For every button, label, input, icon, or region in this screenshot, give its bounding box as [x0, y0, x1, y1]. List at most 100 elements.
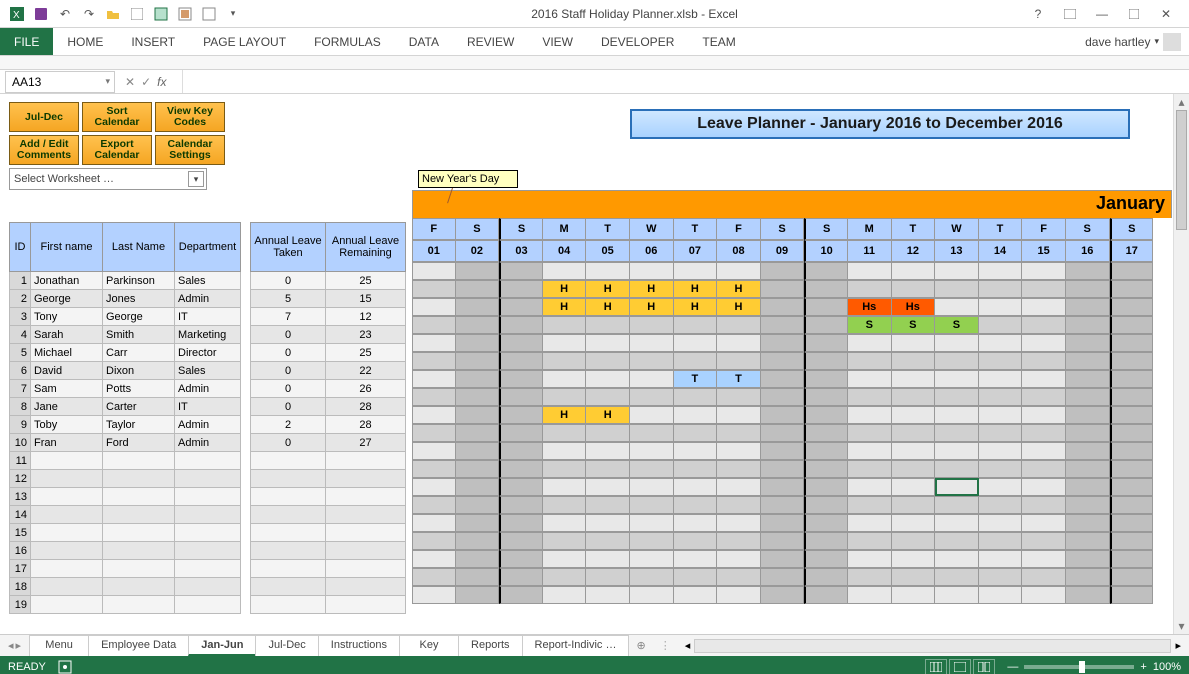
- calendar-cell[interactable]: [586, 316, 630, 334]
- calendar-cell[interactable]: [674, 388, 718, 406]
- calendar-cell[interactable]: [499, 496, 543, 514]
- calendar-cell[interactable]: [456, 478, 500, 496]
- calendar-cell[interactable]: [456, 406, 500, 424]
- table-cell[interactable]: [250, 578, 326, 596]
- calendar-cell[interactable]: [456, 334, 500, 352]
- calendar-cell[interactable]: T: [674, 370, 718, 388]
- calendar-cell[interactable]: [892, 478, 936, 496]
- calendar-cell[interactable]: [412, 262, 456, 280]
- calendar-cell[interactable]: [543, 334, 587, 352]
- calendar-cell[interactable]: [1022, 352, 1066, 370]
- calendar-cell[interactable]: [543, 442, 587, 460]
- calendar-cell[interactable]: [761, 586, 805, 604]
- calendar-cell[interactable]: [1066, 352, 1110, 370]
- table-cell[interactable]: Jonathan: [31, 272, 103, 290]
- calendar-cell[interactable]: [499, 514, 543, 532]
- calendar-cell[interactable]: [543, 460, 587, 478]
- table-cell[interactable]: 6: [9, 362, 31, 380]
- calendar-cell[interactable]: [543, 424, 587, 442]
- calendar-cell[interactable]: [412, 406, 456, 424]
- file-tab[interactable]: FILE: [0, 28, 53, 55]
- table-cell[interactable]: George: [31, 290, 103, 308]
- calendar-cell[interactable]: [456, 550, 500, 568]
- calendar-cell[interactable]: [717, 334, 761, 352]
- ribbon-options-icon[interactable]: [1057, 4, 1083, 24]
- calendar-cell[interactable]: [412, 532, 456, 550]
- calendar-cell[interactable]: [892, 532, 936, 550]
- calendar-cell[interactable]: [456, 316, 500, 334]
- table-cell[interactable]: 3: [9, 308, 31, 326]
- ribbon-tab-data[interactable]: DATA: [395, 28, 453, 55]
- calendar-cell[interactable]: [674, 334, 718, 352]
- calendar-cell[interactable]: [1022, 532, 1066, 550]
- calendar-cell[interactable]: [848, 442, 892, 460]
- cancel-formula-icon[interactable]: ✕: [125, 75, 135, 89]
- calendar-cell[interactable]: [586, 478, 630, 496]
- calendar-cell[interactable]: [804, 460, 848, 478]
- calendar-cell[interactable]: [1022, 550, 1066, 568]
- table-cell[interactable]: Jane: [31, 398, 103, 416]
- calendar-cell[interactable]: [804, 406, 848, 424]
- calendar-cell[interactable]: [717, 532, 761, 550]
- table-cell[interactable]: [326, 488, 406, 506]
- table-cell[interactable]: 19: [9, 596, 31, 614]
- table-cell[interactable]: Admin: [175, 290, 241, 308]
- table-cell[interactable]: 15: [326, 290, 406, 308]
- calendar-cell[interactable]: [1022, 568, 1066, 586]
- calendar-cell[interactable]: [1066, 406, 1110, 424]
- table-cell[interactable]: [31, 560, 103, 578]
- calendar-cell[interactable]: [543, 568, 587, 586]
- calendar-cell[interactable]: [892, 370, 936, 388]
- calendar-cell[interactable]: [674, 460, 718, 478]
- calendar-cell[interactable]: [761, 424, 805, 442]
- table-cell[interactable]: Toby: [31, 416, 103, 434]
- calendar-cell[interactable]: H: [586, 280, 630, 298]
- calendar-cell[interactable]: [1022, 334, 1066, 352]
- calendar-cell[interactable]: [630, 586, 674, 604]
- calendar-cell[interactable]: [499, 262, 543, 280]
- calendar-cell[interactable]: [630, 388, 674, 406]
- table-cell[interactable]: 16: [9, 542, 31, 560]
- calendar-cell[interactable]: [892, 568, 936, 586]
- table-cell[interactable]: [103, 452, 175, 470]
- calendar-cell[interactable]: [1110, 478, 1154, 496]
- calendar-cell[interactable]: [456, 496, 500, 514]
- calendar-cell[interactable]: [1022, 262, 1066, 280]
- calendar-cell[interactable]: [630, 424, 674, 442]
- calendar-cell[interactable]: [1110, 424, 1154, 442]
- fx-icon[interactable]: fx: [157, 75, 166, 89]
- calendar-cell[interactable]: [1110, 532, 1154, 550]
- calendar-cell[interactable]: [979, 280, 1023, 298]
- calendar-cell[interactable]: [761, 442, 805, 460]
- calendar-cell[interactable]: [1110, 280, 1154, 298]
- calendar-cell[interactable]: [543, 532, 587, 550]
- calendar-cell[interactable]: [848, 334, 892, 352]
- scroll-right-icon[interactable]: ▸: [1175, 639, 1181, 652]
- table-cell[interactable]: [175, 452, 241, 470]
- calendar-cell[interactable]: [935, 460, 979, 478]
- macro-button-view-key-codes[interactable]: View Key Codes: [155, 102, 225, 132]
- table-cell[interactable]: 0: [250, 362, 326, 380]
- calendar-cell[interactable]: S: [892, 316, 936, 334]
- calendar-cell[interactable]: [543, 352, 587, 370]
- calendar-cell[interactable]: [892, 262, 936, 280]
- calendar-cell[interactable]: [586, 388, 630, 406]
- calendar-cell[interactable]: [892, 406, 936, 424]
- calendar-cell[interactable]: [630, 370, 674, 388]
- calendar-cell[interactable]: [804, 568, 848, 586]
- calendar-cell[interactable]: [979, 406, 1023, 424]
- calendar-cell[interactable]: [412, 388, 456, 406]
- calendar-cell[interactable]: [586, 424, 630, 442]
- calendar-cell[interactable]: [674, 532, 718, 550]
- table-cell[interactable]: 13: [9, 488, 31, 506]
- table-cell[interactable]: Carter: [103, 398, 175, 416]
- calendar-cell[interactable]: [1066, 496, 1110, 514]
- calendar-cell[interactable]: [412, 586, 456, 604]
- table-cell[interactable]: [103, 542, 175, 560]
- table-cell[interactable]: Jones: [103, 290, 175, 308]
- calendar-cell[interactable]: [412, 334, 456, 352]
- calendar-cell[interactable]: [586, 586, 630, 604]
- calendar-cell[interactable]: [499, 550, 543, 568]
- calendar-cell[interactable]: [979, 586, 1023, 604]
- calendar-cell[interactable]: [1110, 298, 1154, 316]
